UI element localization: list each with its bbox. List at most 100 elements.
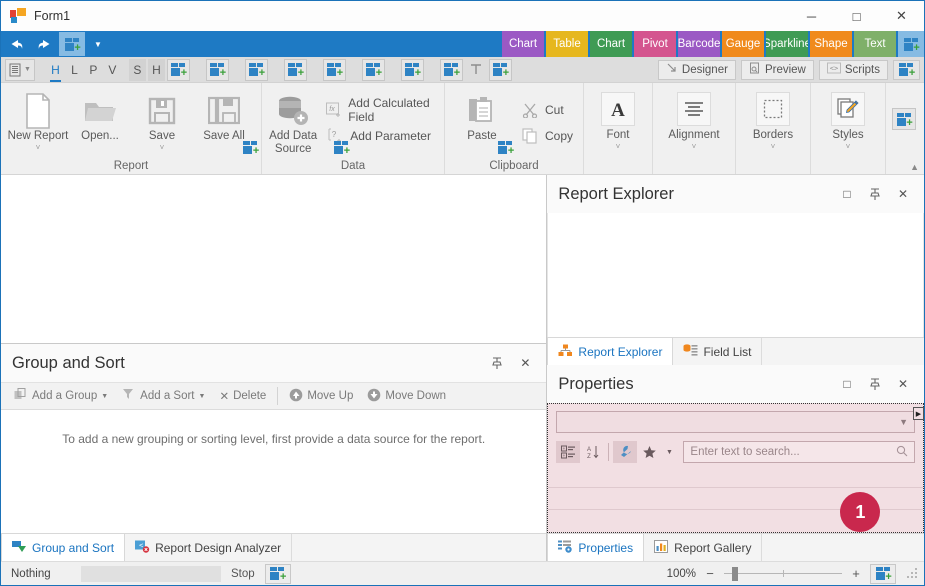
properties-search-input[interactable]: Enter text to search... [683,441,915,463]
restore-window-icon[interactable]: □ [834,372,860,396]
add-data-source-button[interactable]: Add Data Source [268,88,318,158]
add-item-icon-4[interactable]: + [283,58,307,81]
add-calculated-field-button[interactable]: fx Add Calculated Field [322,96,438,124]
mini-letter-l[interactable]: L [66,59,83,81]
copy-button[interactable]: Copy [517,123,577,149]
move-down-button[interactable]: Move Down [360,385,453,407]
zoom-in-button[interactable]: + [850,566,862,581]
undo-arrow-icon[interactable] [3,32,29,56]
maximize-button[interactable]: □ [834,1,879,31]
tab-sparkline[interactable]: Sparkline [766,31,808,57]
tab-report-explorer[interactable]: Report Explorer [547,337,674,365]
pin-icon[interactable] [484,351,510,375]
styles-button[interactable]: Styles ˅ [817,88,879,158]
delete-button[interactable]: ✕ Delete [212,385,273,407]
resize-grip-icon[interactable] [904,567,918,580]
close-icon[interactable]: ✕ [512,351,538,375]
tab-text[interactable]: Text [854,31,896,57]
status-zoom-add-button[interactable]: + [870,563,896,584]
add-item-icon-1[interactable]: + [166,58,190,81]
status-add-button[interactable]: + [264,563,291,584]
mini-letter-h1[interactable]: H [47,59,64,82]
zoom-out-button[interactable]: − [704,566,716,581]
restore-window-icon[interactable]: □ [834,182,860,206]
chevron-down-icon[interactable]: ▼ [661,441,677,463]
chevron-up-icon[interactable]: ▲ [910,162,919,172]
chevron-down-icon[interactable]: ▼ [85,40,111,49]
tab-table[interactable]: Table [546,31,588,57]
zoom-slider-thumb[interactable] [732,566,738,581]
list-lines-icon[interactable]: ▼ [5,58,35,81]
report-explorer-tree[interactable] [547,213,924,337]
chevron-down-icon[interactable]: ˅ [36,143,41,152]
add-item-icon-6[interactable]: + [361,58,385,81]
tab-group-and-sort[interactable]: Group and Sort [1,533,126,561]
wrench-icon[interactable] [613,441,638,463]
tab-properties[interactable]: Properties [547,533,645,561]
text-tool-icon[interactable] [465,59,487,81]
scripts-button[interactable]: <> Scripts [818,59,888,80]
properties-object-combo[interactable]: ▼ [556,411,915,433]
design-surface[interactable] [1,175,548,343]
preview-button[interactable]: Preview [740,59,814,80]
add-a-sort-button[interactable]: Add a Sort ▼ [115,385,212,407]
chevron-down-icon[interactable]: ▼ [199,393,206,400]
close-button[interactable]: ✕ [879,1,924,31]
add-a-group-button[interactable]: Add a Group ▼ [7,385,115,407]
add-item-icon-9[interactable]: + [488,58,512,81]
add-item-icon-2[interactable]: + [205,58,229,81]
designer-button[interactable]: Designer [657,59,736,80]
tab-chart[interactable]: Chart [502,31,544,57]
add-item-icon[interactable]: + [59,32,85,56]
tab-report-gallery[interactable]: Report Gallery [644,534,763,561]
tab-report-design-analyzer[interactable]: < Report Design Analyzer [125,534,293,561]
mini-letter-s[interactable]: S [128,58,146,81]
zoom-slider[interactable] [724,566,842,581]
add-item-icon-7[interactable]: + [400,58,424,81]
tab-barcode[interactable]: Barcode [678,31,720,57]
categorized-icon[interactable]: + + [556,441,581,463]
tab-chart-2[interactable]: Chart [590,31,632,57]
tab-shape[interactable]: Shape [810,31,852,57]
borders-button[interactable]: Borders ˅ [742,88,804,158]
stop-button[interactable]: Stop [221,568,265,580]
data-group-launcher[interactable]: + [333,141,350,157]
tab-pivot[interactable]: Pivot [634,31,676,57]
close-icon[interactable]: ✕ [890,372,916,396]
new-report-button[interactable]: New Report ˅ [7,88,69,158]
expand-right-icon[interactable]: ▶ [913,407,924,420]
star-icon[interactable] [637,441,661,463]
alignment-button[interactable]: Alignment ˅ [659,88,729,158]
chevron-down-icon[interactable]: ˅ [846,142,851,151]
sort-az-icon[interactable]: AZ [580,441,604,463]
pin-icon[interactable] [862,182,888,206]
close-icon[interactable]: ✕ [890,182,916,206]
chevron-down-icon[interactable]: ˅ [616,142,621,151]
redo-arrow-icon[interactable] [31,32,57,56]
minimize-button[interactable]: ─ [789,1,834,31]
chevron-down-icon[interactable]: ˅ [692,142,697,151]
mini-letter-v[interactable]: V [104,59,121,81]
open-button[interactable]: Open... [69,88,131,158]
chevron-down-icon[interactable]: ▼ [101,393,108,400]
tab-add-icon[interactable]: + [898,31,924,57]
add-item-icon-3[interactable]: + [244,58,268,81]
tab-field-list[interactable]: Field List [673,338,763,365]
add-item-icon-5[interactable]: + [322,58,346,81]
pin-icon[interactable] [862,372,888,396]
clipboard-group-launcher[interactable]: + [498,141,514,157]
trailing-add-button[interactable]: + [893,59,920,80]
add-item-icon-8[interactable]: + [439,58,463,81]
move-up-button[interactable]: Move Up [282,385,360,407]
properties-grid-icon [558,540,573,556]
chevron-down-icon[interactable]: ˅ [771,142,776,151]
chevron-down-icon[interactable]: ˅ [160,143,165,152]
report-group-launcher[interactable]: + [243,141,259,157]
ribbon-extra-add-button[interactable]: + [892,108,916,130]
cut-button[interactable]: Cut [517,97,577,123]
mini-letter-p[interactable]: P [85,59,102,81]
save-button[interactable]: Save ˅ [131,88,193,158]
font-button[interactable]: A Font ˅ [590,88,646,158]
mini-letter-h2[interactable]: H [147,58,165,81]
tab-gauge[interactable]: Gauge [722,31,764,57]
